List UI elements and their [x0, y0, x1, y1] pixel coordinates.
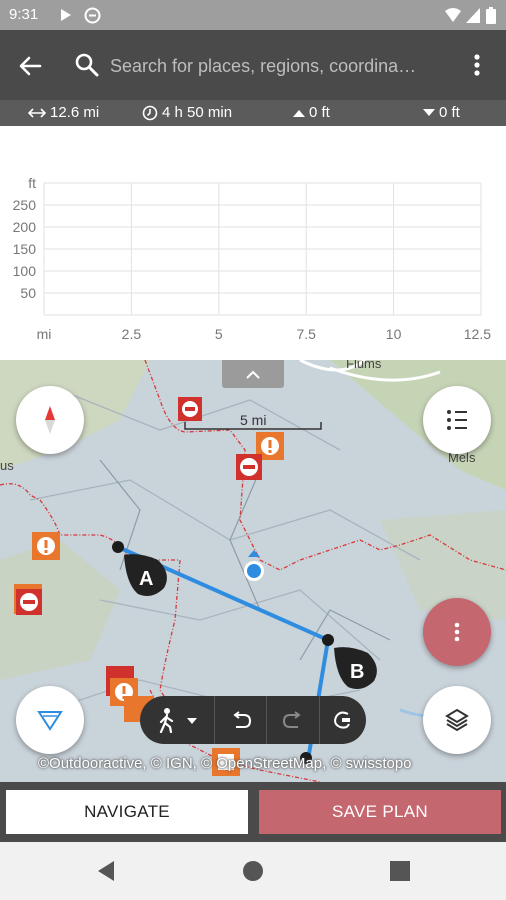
descent-stat: 0 ft [423, 104, 460, 121]
map-view[interactable]: 5 mi Flums Mels us A B ©Outdooractive, ©… [0, 360, 506, 782]
descent-value: 0 ft [439, 104, 460, 121]
location-cone-icon [37, 711, 63, 731]
nav-back-icon[interactable] [94, 859, 118, 883]
status-time: 9:31 [9, 6, 39, 23]
route-marker-a[interactable]: A [139, 568, 153, 591]
battery-icon [486, 7, 496, 24]
y-axis-unit: ft [28, 175, 36, 191]
poi-marker[interactable] [32, 532, 60, 560]
chevron-up-icon [246, 370, 260, 379]
ascent-value: 0 ft [309, 104, 330, 121]
compass-icon [45, 406, 55, 434]
map-attribution: ©Outdooractive, © IGN, © OpenStreetMap, … [38, 755, 412, 772]
loop-route-icon [334, 711, 351, 729]
y-tick-label: 200 [13, 219, 37, 235]
route-tools [140, 696, 366, 744]
location-button[interactable] [16, 686, 84, 754]
y-tick-label: 100 [13, 263, 37, 279]
hiker-icon [159, 708, 197, 733]
place-label: Flums [346, 360, 382, 371]
x-tick-label: 5 [215, 326, 223, 342]
ascent-stat: 0 ft [293, 104, 330, 121]
undo-button[interactable] [215, 696, 268, 744]
close-loop-button[interactable] [320, 696, 366, 744]
place-label: us [0, 458, 14, 473]
layers-button[interactable] [423, 686, 491, 754]
distance-value: 12.6 mi [50, 104, 100, 121]
x-axis-unit: mi [37, 326, 52, 342]
more-options-icon[interactable] [462, 50, 492, 80]
save-plan-button[interactable]: SAVE PLAN [259, 790, 501, 834]
route-stats-bar: 12.6 mi 4 h 50 min 0 ft 0 ft [0, 100, 506, 126]
routing-mode-button[interactable] [140, 696, 215, 744]
search-bar[interactable] [72, 50, 452, 82]
distance-stat: 12.6 mi [28, 104, 99, 121]
layers-icon [445, 708, 469, 732]
nav-home-icon[interactable] [241, 859, 265, 883]
nav-recents-icon[interactable] [388, 859, 412, 883]
chart-collapse-button[interactable] [222, 360, 284, 388]
ascent-icon [293, 109, 305, 117]
map-scale: 5 mi [184, 412, 322, 430]
poi-marker[interactable] [236, 454, 262, 480]
y-tick-label: 50 [20, 285, 36, 301]
elevation-chart-svg: ft 250 200 150 100 50 mi 2.5 5 7.5 10 12.5 [13, 175, 492, 342]
redo-icon [283, 711, 301, 728]
cell-signal-icon [466, 8, 480, 23]
search-icon [75, 53, 99, 77]
status-bar: 9:31 [0, 0, 506, 30]
undo-icon [232, 711, 251, 728]
x-tick-label: 12.5 [464, 326, 491, 342]
bottom-action-bar: NAVIGATE SAVE PLAN [0, 782, 506, 842]
system-nav-bar [0, 842, 506, 900]
x-tick-label: 10 [386, 326, 402, 342]
y-tick-label: 150 [13, 241, 37, 257]
redo-button[interactable] [267, 696, 321, 744]
wifi-icon [445, 8, 461, 22]
route-list-button[interactable] [423, 386, 491, 454]
more-actions-button[interactable] [423, 598, 491, 666]
route-marker-b[interactable]: B [350, 661, 364, 684]
app-toolbar [0, 30, 506, 100]
scale-bar-icon [184, 422, 322, 430]
sync-icon [84, 7, 101, 24]
navigate-button[interactable]: NAVIGATE [6, 790, 248, 834]
x-tick-label: 7.5 [296, 326, 316, 342]
distance-icon [28, 107, 46, 118]
compass-button[interactable] [16, 386, 84, 454]
duration-value: 4 h 50 min [162, 104, 233, 121]
play-store-icon [61, 9, 71, 21]
duration-stat: 4 h 50 min [142, 104, 232, 121]
y-tick-label: 250 [13, 197, 37, 213]
more-vertical-icon [454, 622, 460, 642]
descent-icon [423, 108, 435, 116]
search-input[interactable] [108, 52, 442, 80]
poi-marker[interactable] [14, 584, 42, 615]
clock-icon [142, 105, 158, 120]
back-arrow-icon[interactable] [14, 50, 46, 82]
x-tick-label: 2.5 [122, 326, 142, 342]
list-numbered-icon [447, 410, 467, 430]
elevation-chart: ft 250 200 150 100 50 mi 2.5 5 7.5 10 12.5 [0, 126, 506, 360]
